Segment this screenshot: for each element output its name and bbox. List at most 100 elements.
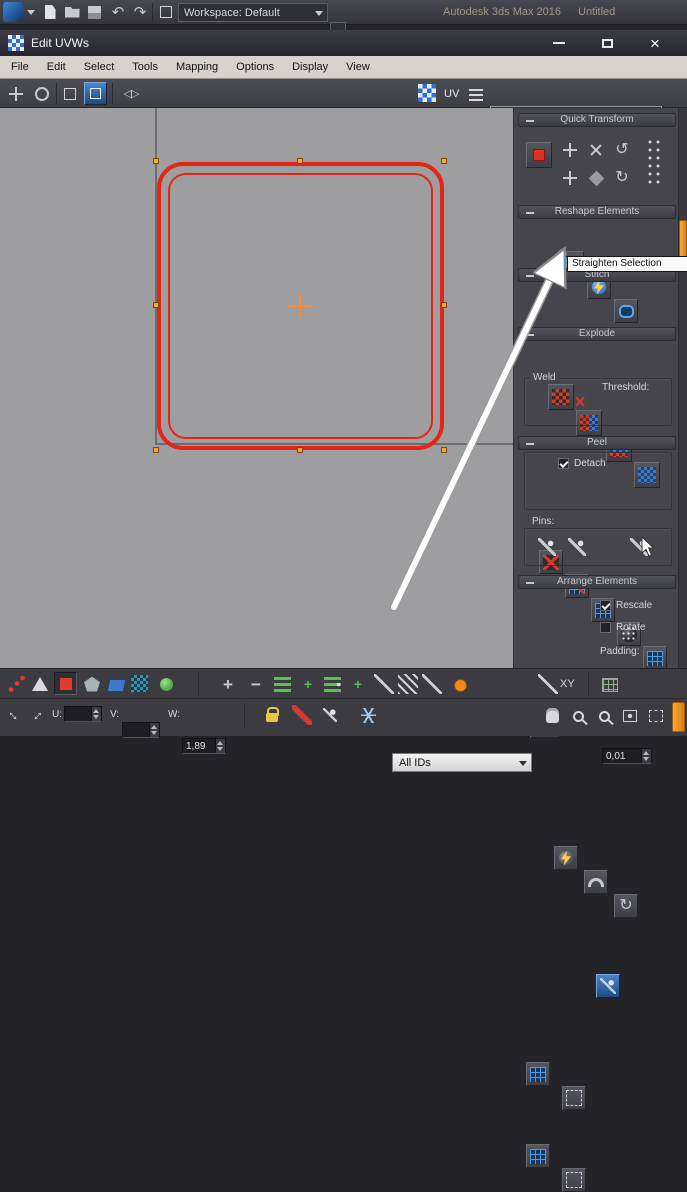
- reset-peel-button[interactable]: ↻: [614, 894, 638, 918]
- explode-by-material-button[interactable]: [643, 646, 667, 670]
- peel-mode-button[interactable]: [584, 870, 608, 894]
- menu-mapping[interactable]: Mapping: [167, 56, 227, 78]
- gizmo-edge-handle[interactable]: [441, 302, 447, 308]
- rotate-ccw-button[interactable]: ↺: [612, 140, 632, 160]
- unpin-tool-button[interactable]: [566, 536, 588, 558]
- peel-header[interactable]: Peel: [518, 436, 676, 450]
- freeform-gizmo-button[interactable]: [60, 84, 80, 104]
- space-evenly-icon[interactable]: [644, 136, 662, 186]
- break-weld-button[interactable]: ×: [568, 390, 592, 414]
- gizmo-corner-handle[interactable]: [441, 158, 447, 164]
- detach-checkbox[interactable]: [558, 458, 569, 469]
- undo-button[interactable]: ↶: [108, 2, 128, 22]
- collapse-uvw-button[interactable]: ↔: [25, 703, 48, 726]
- menu-options[interactable]: Options: [227, 56, 283, 78]
- round-corners-button[interactable]: [614, 299, 638, 323]
- menu-select[interactable]: Select: [75, 56, 124, 78]
- w-spinner[interactable]: [215, 739, 225, 753]
- menu-display[interactable]: Display: [283, 56, 337, 78]
- move-tool-icon[interactable]: [6, 84, 26, 104]
- save-file-button[interactable]: [84, 2, 104, 22]
- gizmo-edge-handle[interactable]: [297, 447, 303, 453]
- gizmo-edge-handle[interactable]: [297, 158, 303, 164]
- grow-ring-button[interactable]: +: [348, 674, 368, 694]
- grid-snap-button[interactable]: [600, 675, 620, 695]
- rearrange-custom-button[interactable]: [562, 1168, 586, 1192]
- new-file-button[interactable]: [40, 2, 60, 22]
- clear-pins-button[interactable]: [628, 536, 650, 558]
- show-map-checker-toggle[interactable]: [418, 84, 436, 102]
- align-diagonal-icon[interactable]: [581, 135, 611, 165]
- pan-button[interactable]: [542, 705, 562, 725]
- rescale-checkbox-row[interactable]: Rescale: [600, 600, 652, 611]
- reshape-elements-header[interactable]: Reshape Elements: [518, 205, 676, 219]
- vertex-subobject-icon[interactable]: [6, 674, 26, 694]
- pin-tool-button[interactable]: [536, 536, 558, 558]
- horizontal-scrollbar-thumb[interactable]: [672, 702, 685, 732]
- polygon-subobject-button[interactable]: [82, 674, 102, 694]
- select-ring-button[interactable]: [322, 674, 342, 694]
- shrink-selection-button[interactable]: −: [246, 674, 266, 694]
- menu-edit[interactable]: Edit: [38, 56, 75, 78]
- explode-header[interactable]: Explode: [518, 327, 676, 341]
- threshold-field[interactable]: 0,01: [602, 748, 652, 764]
- scene-manage-button[interactable]: [156, 2, 176, 22]
- align-horizontal-icon[interactable]: [560, 140, 580, 160]
- expand-uvw-button[interactable]: ↔: [3, 703, 26, 726]
- uv-element-icon[interactable]: [131, 675, 148, 692]
- arrange-elements-header[interactable]: Arrange Elements: [518, 575, 676, 589]
- edit-uvws-titlebar[interactable]: Edit UVWs ×: [0, 30, 687, 56]
- face-subobject-button[interactable]: [106, 675, 126, 695]
- panel-scrollbar-track[interactable]: [678, 108, 687, 668]
- pencil-icon[interactable]: [538, 674, 558, 694]
- edge-subobject-button[interactable]: [30, 674, 50, 694]
- redo-button[interactable]: ↷: [130, 2, 150, 22]
- linear-align-button[interactable]: [586, 168, 606, 188]
- grow-selection-button[interactable]: +: [218, 674, 238, 694]
- u-spinner[interactable]: [91, 707, 101, 721]
- gizmo-corner-handle[interactable]: [153, 158, 159, 164]
- zoom-selected-button[interactable]: [646, 706, 666, 726]
- w-field[interactable]: 1,89: [182, 738, 226, 754]
- rotate-cw-button[interactable]: ↻: [612, 168, 632, 188]
- pack-custom-button[interactable]: [562, 1086, 586, 1110]
- select-loop-button[interactable]: [272, 674, 292, 694]
- select-element-button[interactable]: [156, 674, 176, 694]
- logo-menu-caret-icon[interactable]: [27, 10, 35, 15]
- paint-weights-button[interactable]: [292, 705, 312, 725]
- id-filter-dropdown[interactable]: All IDs: [392, 753, 532, 772]
- menu-view[interactable]: View: [337, 56, 379, 78]
- align-vertical-icon[interactable]: [560, 168, 580, 188]
- freeze-button[interactable]: [358, 705, 378, 725]
- mirror-tool-button[interactable]: ◁▷: [118, 84, 144, 104]
- paint-erase-icon[interactable]: [422, 674, 442, 694]
- u-field[interactable]: [64, 706, 102, 722]
- minimize-button[interactable]: [548, 34, 570, 52]
- freeform-mode-button-active[interactable]: [84, 82, 107, 105]
- rotate-checkbox[interactable]: [600, 622, 611, 633]
- zoom-button[interactable]: [568, 706, 588, 726]
- threshold-spinner[interactable]: [641, 749, 651, 763]
- quick-peel-button[interactable]: [554, 846, 578, 870]
- menu-tools[interactable]: Tools: [123, 56, 167, 78]
- gizmo-corner-handle[interactable]: [153, 447, 159, 453]
- auto-pin-button-active[interactable]: [596, 974, 620, 998]
- rearrange-button[interactable]: [526, 1144, 550, 1168]
- map-list-icon[interactable]: [466, 84, 486, 104]
- maximize-button[interactable]: [596, 34, 618, 52]
- rescale-checkbox[interactable]: [600, 600, 611, 611]
- pack-normalize-button[interactable]: [526, 1062, 550, 1086]
- grow-loop-button[interactable]: +: [298, 674, 318, 694]
- open-file-button[interactable]: [62, 2, 82, 22]
- rotate-checkbox-row[interactable]: Rotate: [600, 622, 645, 633]
- 3dsmax-logo-icon[interactable]: [3, 2, 23, 22]
- vertex-mode-button-active[interactable]: [54, 672, 77, 695]
- paint-select-dots-icon[interactable]: [398, 674, 418, 694]
- detach-checkbox-row[interactable]: Detach: [558, 458, 606, 469]
- menu-file[interactable]: File: [2, 56, 38, 78]
- lock-selection-button[interactable]: [262, 706, 282, 727]
- gizmo-corner-handle[interactable]: [441, 447, 447, 453]
- absolute-typein-button[interactable]: [526, 142, 552, 168]
- pin-small-button[interactable]: [320, 705, 340, 725]
- zoom-region-button[interactable]: [594, 706, 614, 726]
